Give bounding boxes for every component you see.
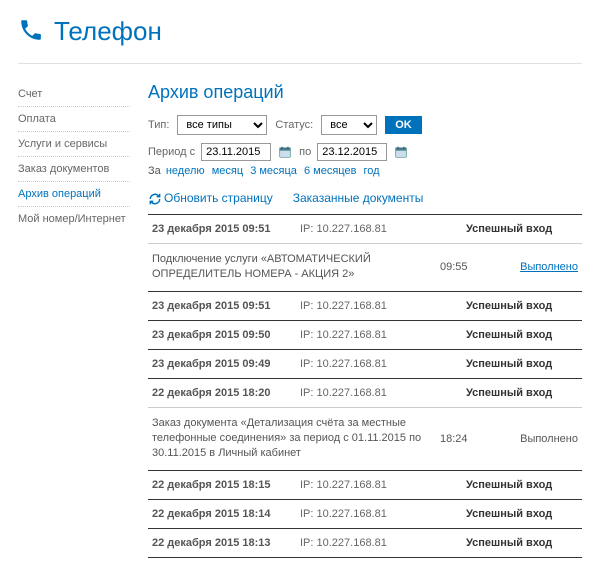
row-ip: IP: 10.227.168.81 xyxy=(300,537,430,549)
quick-link-3[interactable]: 6 месяцев xyxy=(304,165,356,177)
sidebar-item-1[interactable]: Оплата xyxy=(18,107,130,132)
row-status: Успешный вход xyxy=(438,508,578,520)
filter-bar: Тип: все типы Статус: все OK xyxy=(148,115,582,135)
row-status: Успешный вход xyxy=(438,479,578,491)
login-row: 22 декабря 2015 18:13 IP: 10.227.168.81 Ус… xyxy=(148,528,582,558)
quick-range: За неделю месяц 3 месяца 6 месяцев год xyxy=(148,165,582,177)
row-ip: IP: 10.227.168.81 xyxy=(300,223,430,235)
quick-link-1[interactable]: месяц xyxy=(212,165,243,177)
detail-desc: Подключение услуги «АВТОМАТИЧЕСКИЙ ОПРЕД… xyxy=(152,252,432,283)
ok-button[interactable]: OK xyxy=(385,116,422,134)
row-datetime: 23 декабря 2015 09:51 xyxy=(152,300,292,312)
calendar-from-icon[interactable] xyxy=(277,144,293,160)
type-select[interactable]: все типы xyxy=(177,115,267,135)
sidebar-item-5[interactable]: Мой номер/Интернет xyxy=(18,207,130,231)
row-datetime: 22 декабря 2015 18:13 xyxy=(152,537,292,549)
sidebar: СчетОплатаУслуги и сервисыЗаказ документ… xyxy=(18,82,130,558)
login-row: 23 декабря 2015 09:50 IP: 10.227.168.81 Ус… xyxy=(148,320,582,349)
row-status: Успешный вход xyxy=(438,387,578,399)
row-status: Успешный вход xyxy=(438,223,578,235)
login-row: 22 декабря 2015 18:15 IP: 10.227.168.81 Ус… xyxy=(148,470,582,499)
status-label: Статус: xyxy=(275,119,313,131)
phone-icon xyxy=(18,17,44,46)
page-title: Телефон xyxy=(54,16,162,47)
quick-link-0[interactable]: неделю xyxy=(166,165,205,177)
quick-link-2[interactable]: 3 месяца xyxy=(250,165,297,177)
content-heading: Архив операций xyxy=(148,82,582,103)
login-row: 22 декабря 2015 18:20 IP: 10.227.168.81 Ус… xyxy=(148,378,582,407)
row-datetime: 23 декабря 2015 09:49 xyxy=(152,358,292,370)
quick-link-4[interactable]: год xyxy=(364,165,380,177)
status-select[interactable]: все xyxy=(321,115,377,135)
login-row: 23 декабря 2015 09:49 IP: 10.227.168.81 Ус… xyxy=(148,349,582,378)
main-content: Архив операций Тип: все типы Статус: все… xyxy=(148,82,582,558)
row-ip: IP: 10.227.168.81 xyxy=(300,329,430,341)
row-ip: IP: 10.227.168.81 xyxy=(300,508,430,520)
period-from-label: Период с xyxy=(148,146,195,158)
detail-time: 09:55 xyxy=(440,261,480,273)
detail-row: Подключение услуги «АВТОМАТИЧЕСКИЙ ОПРЕД… xyxy=(148,243,582,291)
actions-row: Обновить страницу Заказанные документы xyxy=(148,191,582,206)
calendar-to-icon[interactable] xyxy=(393,144,409,160)
date-to-input[interactable] xyxy=(317,143,387,161)
sidebar-item-3[interactable]: Заказ документов xyxy=(18,157,130,182)
row-status: Успешный вход xyxy=(438,358,578,370)
detail-result: Выполнено xyxy=(488,433,578,445)
row-ip: IP: 10.227.168.81 xyxy=(300,358,430,370)
refresh-icon xyxy=(148,192,162,206)
date-from-input[interactable] xyxy=(201,143,271,161)
detail-desc: Заказ документа «Детализация счёта за ме… xyxy=(152,416,432,462)
detail-time: 18:24 xyxy=(440,433,480,445)
detail-row: Заказ документа «Детализация счёта за ме… xyxy=(148,407,582,470)
row-ip: IP: 10.227.168.81 xyxy=(300,387,430,399)
row-datetime: 23 декабря 2015 09:50 xyxy=(152,329,292,341)
row-status: Успешный вход xyxy=(438,300,578,312)
ordered-docs-link[interactable]: Заказанные документы xyxy=(293,191,424,205)
type-label: Тип: xyxy=(148,119,169,131)
detail-result[interactable]: Выполнено xyxy=(488,261,578,273)
period-row: Период с по xyxy=(148,143,582,161)
row-datetime: 22 декабря 2015 18:14 xyxy=(152,508,292,520)
row-status: Успешный вход xyxy=(438,537,578,549)
row-datetime: 22 декабря 2015 18:20 xyxy=(152,387,292,399)
period-to-label: по xyxy=(299,146,311,158)
refresh-link[interactable]: Обновить страницу xyxy=(148,191,273,206)
login-row: 22 декабря 2015 18:14 IP: 10.227.168.81 Ус… xyxy=(148,499,582,528)
sidebar-item-4[interactable]: Архив операций xyxy=(18,182,130,207)
row-datetime: 23 декабря 2015 09:51 xyxy=(152,223,292,235)
login-row: 23 декабря 2015 09:51 IP: 10.227.168.81 Ус… xyxy=(148,291,582,320)
row-datetime: 22 декабря 2015 18:15 xyxy=(152,479,292,491)
row-status: Успешный вход xyxy=(438,329,578,341)
page-header: Телефон xyxy=(18,10,582,64)
sidebar-item-2[interactable]: Услуги и сервисы xyxy=(18,132,130,157)
login-row: 23 декабря 2015 09:51 IP: 10.227.168.81 Ус… xyxy=(148,214,582,243)
row-ip: IP: 10.227.168.81 xyxy=(300,300,430,312)
sidebar-item-0[interactable]: Счет xyxy=(18,82,130,107)
operations-list: 23 декабря 2015 09:51 IP: 10.227.168.81 Ус… xyxy=(148,214,582,558)
row-ip: IP: 10.227.168.81 xyxy=(300,479,430,491)
